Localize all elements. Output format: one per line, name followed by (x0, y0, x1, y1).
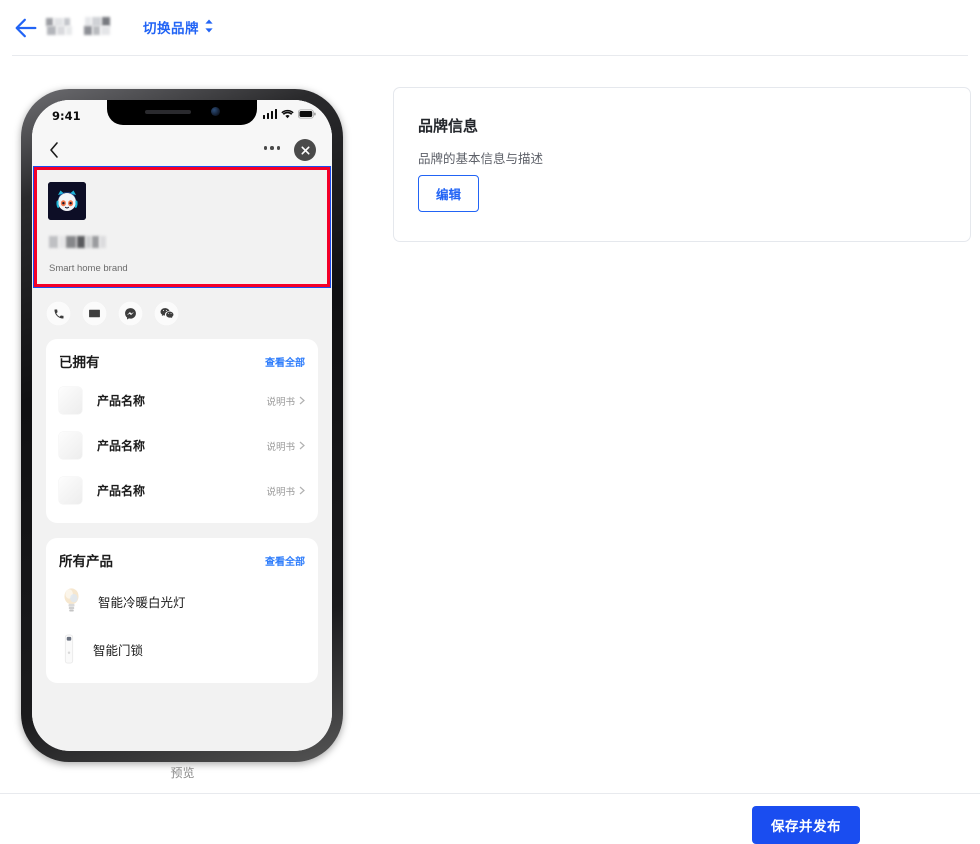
header-brand-name-blurred (47, 26, 72, 35)
notch-camera-icon (210, 107, 220, 116)
manual-label: 说明书 (266, 486, 295, 498)
owned-card-header: 已拥有 查看全部 (59, 351, 305, 371)
chevron-right-icon (299, 486, 305, 495)
top-bar: 切换品牌 (0, 0, 980, 56)
product-name: 智能门锁 (93, 643, 144, 658)
brand-header-highlight: Smart home brand (33, 166, 331, 288)
all-products-card: 所有产品 查看全部 智能冷暖白光灯 智能门锁 (46, 538, 318, 683)
phone-screen: 9:41 Smart home brand 已拥有 查看全部 产品名称 说明书 … (32, 100, 332, 751)
contact-icons-row (32, 288, 332, 339)
footer-divider (0, 793, 980, 794)
product-thumbnail-placeholder (59, 477, 82, 504)
preview-caption: 预览 (170, 766, 195, 780)
owned-product-row[interactable]: 产品名称 说明书 (59, 378, 305, 423)
brand-info-subtitle: 品牌的基本信息与描述 (418, 152, 544, 166)
brand-name-blurred (49, 236, 106, 248)
switch-brand-label: 切换品牌 (143, 21, 199, 36)
cellular-signal-icon (262, 109, 277, 119)
back-arrow-icon[interactable] (12, 14, 40, 42)
wifi-icon (281, 109, 294, 119)
phone-icon[interactable] (46, 301, 71, 326)
preview-column: 9:41 Smart home brand 已拥有 查看全部 产品名称 说明书 … (0, 56, 365, 793)
header-secondary-text-blurred (84, 26, 110, 35)
status-icons (262, 109, 317, 119)
phone-notch (107, 100, 257, 125)
owned-card-title: 已拥有 (59, 355, 100, 370)
chevron-right-icon (299, 396, 305, 405)
save-and-publish-button[interactable]: 保存并发布 (752, 806, 860, 844)
product-name: 产品名称 (97, 394, 146, 408)
edit-button[interactable]: 编辑 (418, 175, 480, 212)
product-manual-link[interactable]: 说明书 (266, 484, 305, 498)
light-bulb-icon (63, 586, 80, 616)
all-products-card-title: 所有产品 (59, 554, 113, 569)
owned-view-all-link[interactable]: 查看全部 (265, 354, 305, 369)
phone-nav-bar (32, 134, 332, 166)
product-thumbnail-placeholder (59, 387, 82, 414)
chevron-right-icon (299, 441, 305, 450)
brand-description: Smart home brand (49, 263, 128, 274)
all-product-row[interactable]: 智能冷暖白光灯 (59, 577, 305, 625)
wechat-icon[interactable] (154, 301, 179, 326)
chevron-left-icon[interactable] (48, 140, 60, 160)
notch-speaker (144, 109, 191, 114)
product-manual-link[interactable]: 说明书 (266, 439, 305, 453)
email-icon[interactable] (82, 301, 107, 326)
more-horizontal-icon[interactable] (263, 146, 280, 150)
all-products-view-all-link[interactable]: 查看全部 (265, 553, 305, 568)
all-product-row[interactable]: 智能门锁 (59, 625, 305, 673)
product-name: 产品名称 (97, 484, 146, 498)
product-name: 智能冷暖白光灯 (98, 595, 186, 610)
messenger-icon[interactable] (118, 301, 143, 326)
product-name: 产品名称 (97, 439, 146, 453)
owned-products-card: 已拥有 查看全部 产品名称 说明书 产品名称 说明书 产品名称 说明书 (46, 339, 318, 523)
manual-label: 说明书 (266, 441, 295, 453)
status-time: 9:41 (52, 109, 81, 123)
header-secondary-logo-blurred (85, 17, 110, 26)
close-circle-icon[interactable] (294, 139, 316, 161)
owned-product-row[interactable]: 产品名称 说明书 (59, 423, 305, 468)
all-products-card-header: 所有产品 查看全部 (59, 550, 305, 570)
brand-info-card: 品牌信息 品牌的基本信息与描述 编辑 (393, 87, 971, 242)
switch-brand-button[interactable]: 切换品牌 (143, 17, 214, 37)
brand-avatar-cat-helmet-icon (48, 182, 86, 220)
phone-mockup: 9:41 Smart home brand 已拥有 查看全部 产品名称 说明书 … (21, 89, 343, 762)
manual-label: 说明书 (266, 396, 295, 408)
product-thumbnail-placeholder (59, 432, 82, 459)
brand-header-section[interactable]: Smart home brand (34, 167, 330, 287)
unfold-more-icon (204, 19, 214, 36)
phone-status-bar: 9:41 (32, 100, 332, 134)
owned-product-row[interactable]: 产品名称 说明书 (59, 468, 305, 513)
door-lock-icon (63, 634, 75, 664)
brand-info-title: 品牌信息 (418, 118, 479, 135)
product-manual-link[interactable]: 说明书 (266, 394, 305, 408)
phone-screen-area: 9:41 Smart home brand 已拥有 查看全部 产品名称 说明书 … (32, 100, 332, 751)
battery-full-icon (298, 109, 316, 119)
header-brand-logo-blurred (46, 18, 70, 26)
